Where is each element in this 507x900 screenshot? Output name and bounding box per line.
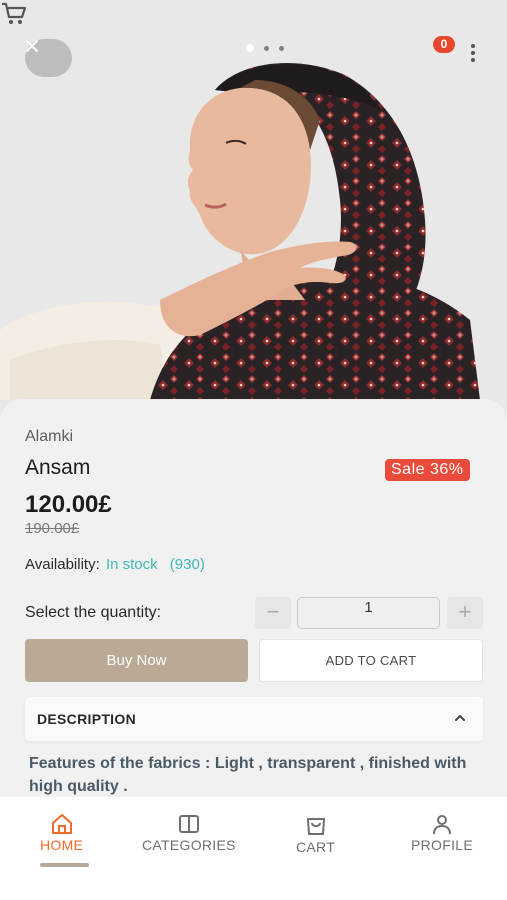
availability-status: In stock [105, 556, 158, 573]
nav-cart[interactable]: CART [296, 813, 335, 855]
availability-label: Availability: [25, 556, 100, 573]
product-photo [0, 0, 507, 430]
add-to-cart-button[interactable]: ADD TO CART [259, 639, 483, 682]
active-tab-indicator [40, 863, 89, 867]
nav-cart-label: CART [296, 839, 336, 855]
cart-count-badge: 0 [433, 36, 455, 53]
more-vertical-icon[interactable] [466, 44, 480, 62]
sale-badge: Sale 36% [385, 459, 470, 481]
product-brand: Alamki [25, 428, 74, 445]
nav-profile[interactable]: PROFILE [411, 813, 473, 853]
product-image: 0 [0, 0, 507, 430]
image-pagination [246, 44, 284, 52]
quantity-label: Select the quantity: [25, 604, 162, 621]
close-icon [26, 40, 38, 52]
nav-categories[interactable]: CATEGORIES [142, 813, 236, 853]
bottom-navigation: HOME CATEGORIES CART PROFILE [0, 796, 507, 900]
description-title: DESCRIPTION [37, 711, 136, 727]
old-price: 190.00£ [25, 520, 80, 537]
cart-icon[interactable] [0, 0, 28, 28]
description-accordion[interactable]: DESCRIPTION [25, 697, 483, 741]
page-dot[interactable] [279, 45, 284, 51]
quantity-input[interactable]: 1 [297, 597, 440, 629]
page-dot[interactable] [264, 45, 269, 51]
quantity-decrease-button[interactable]: − [255, 597, 291, 629]
description-text: Features of the fabrics : Light , transp… [29, 755, 467, 795]
product-name: Ansam [25, 456, 91, 479]
categories-icon [178, 815, 199, 833]
nav-home[interactable]: HOME [40, 813, 83, 853]
buy-now-button[interactable]: Buy Now [25, 639, 248, 682]
nav-categories-label: CATEGORIES [142, 837, 236, 853]
availability: Availability: In stock (930) [25, 556, 205, 573]
cart-icon [306, 818, 325, 835]
nav-profile-label: PROFILE [411, 837, 474, 853]
quantity-increase-button[interactable]: + [447, 597, 483, 629]
home-icon [51, 814, 72, 834]
nav-home-label: HOME [40, 837, 84, 853]
product-price: 120.00£ [25, 491, 112, 518]
chevron-up-icon[interactable] [453, 711, 467, 725]
page-dot-active[interactable] [246, 44, 254, 52]
availability-count: (930) [169, 556, 205, 573]
close-button[interactable] [25, 39, 72, 77]
profile-icon [433, 815, 451, 835]
